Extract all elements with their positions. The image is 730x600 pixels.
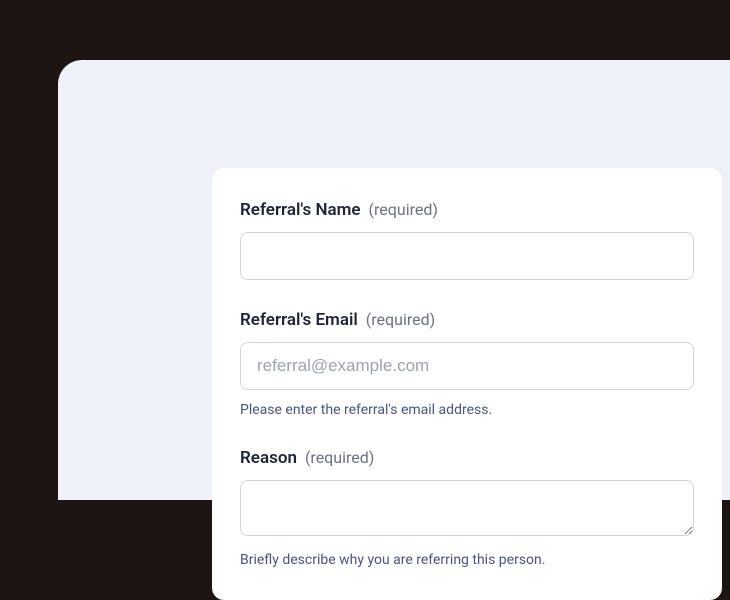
referral-form-card: Referral's Name (required) Referral's Em…: [212, 168, 722, 600]
reason-required-text: (required): [305, 448, 374, 467]
label-row: Reason (required): [240, 448, 694, 468]
label-row: Referral's Name (required): [240, 200, 694, 220]
name-required-text: (required): [369, 200, 438, 219]
form-group-name: Referral's Name (required): [240, 200, 694, 280]
name-label: Referral's Name: [240, 200, 361, 220]
reason-textarea[interactable]: [240, 480, 694, 536]
reason-helper-text: Briefly describe why you are referring t…: [240, 552, 694, 568]
page-background: Referral's Name (required) Referral's Em…: [58, 60, 730, 500]
reason-label: Reason: [240, 448, 297, 468]
form-group-reason: Reason (required) Briefly describe why y…: [240, 448, 694, 568]
email-helper-text: Please enter the referral's email addres…: [240, 402, 694, 418]
email-label: Referral's Email: [240, 310, 358, 330]
email-input[interactable]: [240, 342, 694, 390]
label-row: Referral's Email (required): [240, 310, 694, 330]
form-group-email: Referral's Email (required) Please enter…: [240, 310, 694, 418]
email-required-text: (required): [366, 310, 435, 329]
name-input[interactable]: [240, 232, 694, 280]
